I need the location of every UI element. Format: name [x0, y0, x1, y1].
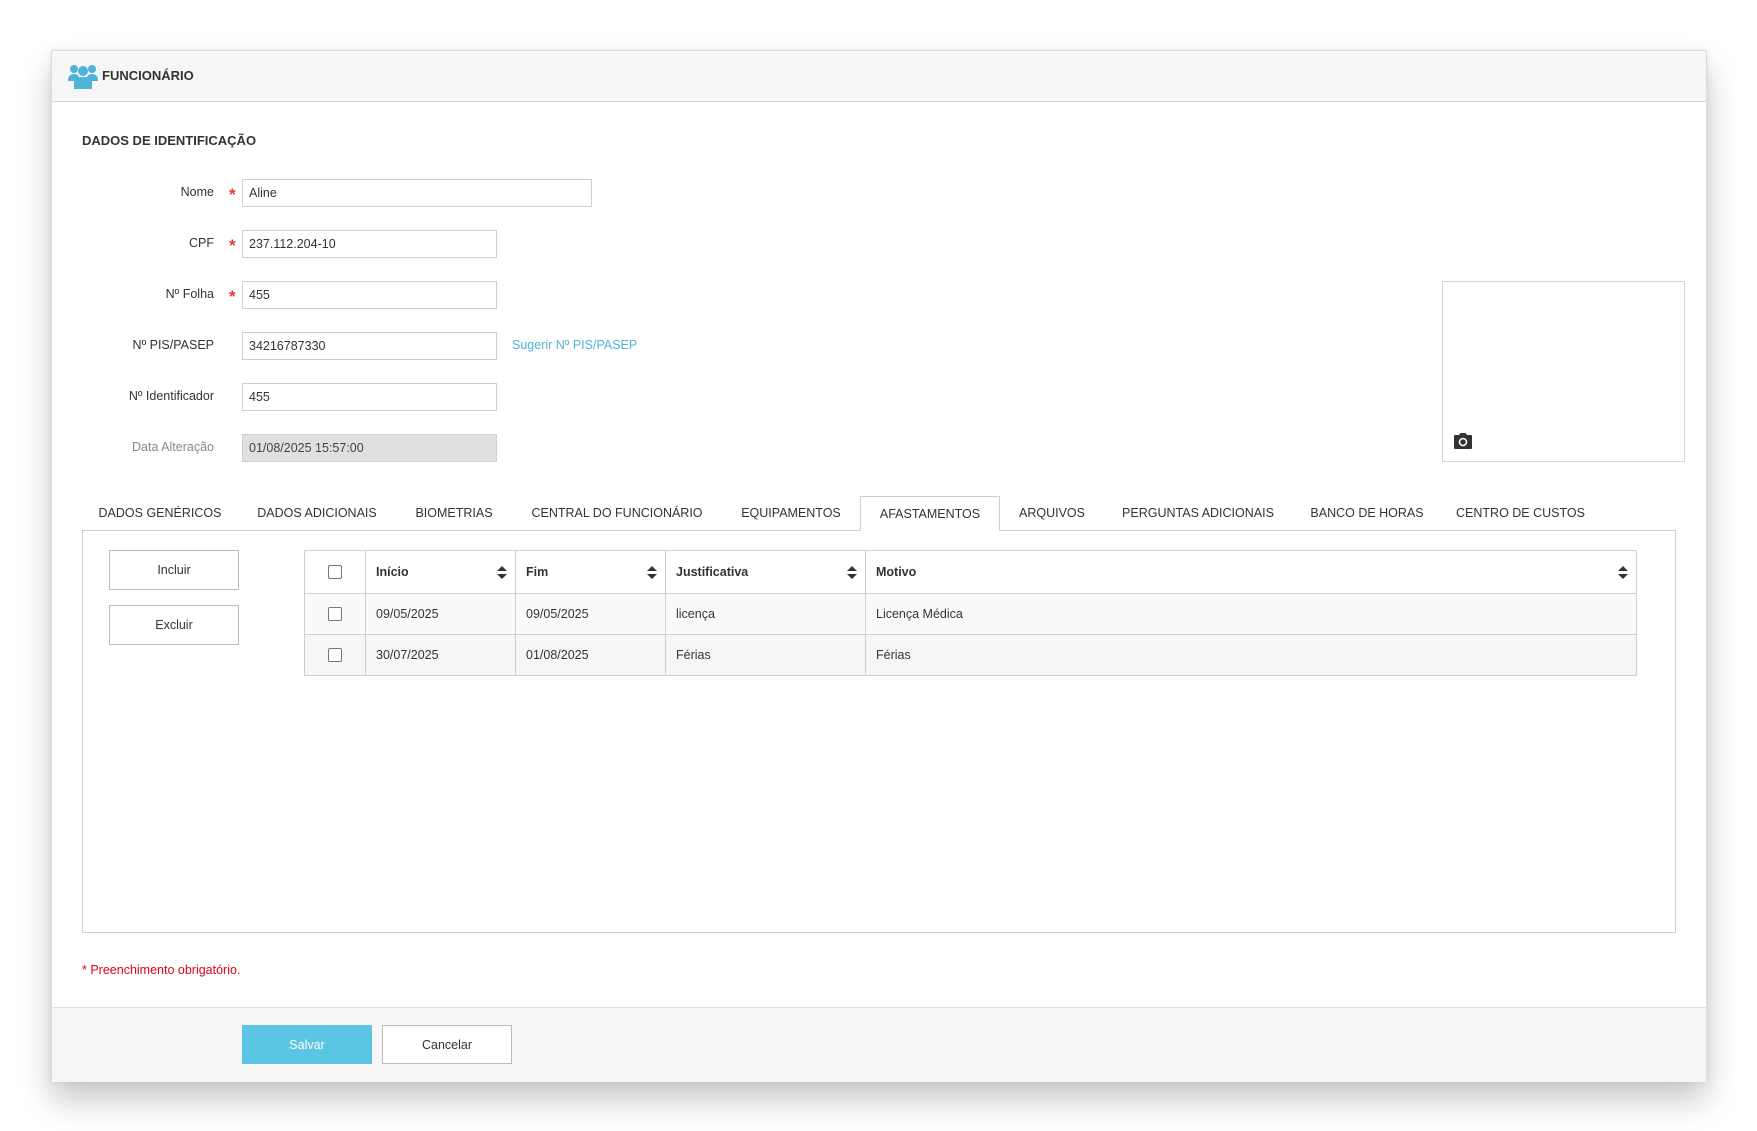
- folha-input[interactable]: [242, 281, 497, 309]
- cell-fim: 01/08/2025: [515, 634, 666, 676]
- nome-label: Nome: [180, 185, 214, 199]
- row-checkbox[interactable]: [328, 648, 342, 663]
- window-header: FUNCIONÁRIO: [52, 51, 1706, 102]
- sort-icon[interactable]: [847, 566, 857, 579]
- save-button[interactable]: Salvar: [242, 1025, 372, 1064]
- identificador-label: Nº Identificador: [128, 389, 214, 403]
- column-header-justificativa[interactable]: Justificativa: [665, 550, 866, 594]
- table-row[interactable]: 09/05/2025 09/05/2025 licença Licença Mé…: [304, 593, 1637, 635]
- tab-arquivos[interactable]: ARQUIVOS: [1000, 496, 1104, 531]
- pis-input[interactable]: [242, 332, 497, 360]
- column-label-justificativa: Justificativa: [676, 565, 749, 579]
- cell-fim: 09/05/2025: [515, 593, 666, 635]
- row-select-cell: [304, 634, 366, 676]
- select-all-checkbox[interactable]: [328, 565, 342, 580]
- table-header-row: Início Fim Justificativa Motivo: [304, 550, 1637, 594]
- afastamentos-table: Início Fim Justificativa Motivo 09/05/20…: [304, 550, 1637, 676]
- tab-biometrias[interactable]: BIOMETRIAS: [396, 496, 512, 531]
- column-label-motivo: Motivo: [876, 565, 917, 579]
- required-fields-note: * Preenchimento obrigatório.: [82, 963, 241, 977]
- sort-icon[interactable]: [497, 566, 507, 579]
- cpf-label: CPF: [189, 236, 214, 250]
- nome-required-mark: *: [229, 185, 236, 204]
- section-title: DADOS DE IDENTIFICAÇÃO: [82, 133, 257, 148]
- select-all-cell: [304, 550, 366, 594]
- column-label-inicio: Início: [376, 565, 409, 579]
- data-alteracao-label: Data Alteração: [132, 440, 214, 454]
- cell-motivo: Licença Médica: [865, 593, 1637, 635]
- cancel-button[interactable]: Cancelar: [382, 1025, 512, 1064]
- form-footer: Salvar Cancelar: [52, 1007, 1706, 1082]
- column-header-fim[interactable]: Fim: [515, 550, 666, 594]
- cell-inicio: 09/05/2025: [365, 593, 516, 635]
- folha-label: Nº Folha: [165, 287, 214, 301]
- tab-equipamentos[interactable]: EQUIPAMENTOS: [722, 496, 860, 531]
- tab-dados-adicionais[interactable]: DADOS ADICIONAIS: [238, 496, 396, 531]
- column-header-motivo[interactable]: Motivo: [865, 550, 1637, 594]
- cpf-input[interactable]: [242, 230, 497, 258]
- cell-motivo: Férias: [865, 634, 1637, 676]
- photo-box[interactable]: [1442, 281, 1685, 462]
- camera-icon[interactable]: [1453, 432, 1473, 450]
- delete-button[interactable]: Excluir: [109, 605, 239, 645]
- tab-dados-genericos[interactable]: DADOS GENÉRICOS: [82, 496, 238, 531]
- cpf-required-mark: *: [229, 236, 236, 255]
- tab-perguntas-adicionais[interactable]: PERGUNTAS ADICIONAIS: [1104, 496, 1292, 531]
- folha-required-mark: *: [229, 287, 236, 306]
- pis-label: Nº PIS/PASEP: [132, 338, 214, 352]
- afastamentos-panel: Incluir Excluir Início Fim Justificativa…: [82, 530, 1676, 933]
- cell-inicio: 30/07/2025: [365, 634, 516, 676]
- tab-banco-de-horas[interactable]: BANCO DE HORAS: [1292, 496, 1442, 531]
- tab-central-do-funcionario[interactable]: CENTRAL DO FUNCIONÁRIO: [512, 496, 722, 531]
- sort-icon[interactable]: [1618, 566, 1628, 579]
- cell-justificativa: licença: [665, 593, 866, 635]
- row-checkbox[interactable]: [328, 607, 342, 622]
- cell-justificativa: Férias: [665, 634, 866, 676]
- nome-input[interactable]: [242, 179, 592, 207]
- column-header-inicio[interactable]: Início: [365, 550, 516, 594]
- include-button[interactable]: Incluir: [109, 550, 239, 590]
- column-label-fim: Fim: [526, 565, 549, 579]
- window-title: FUNCIONÁRIO: [102, 68, 194, 83]
- row-select-cell: [304, 593, 366, 635]
- sort-icon[interactable]: [647, 566, 657, 579]
- data-alteracao-input: [242, 434, 497, 462]
- suggest-pis-link[interactable]: Sugerir Nº PIS/PASEP: [512, 338, 637, 352]
- table-row[interactable]: 30/07/2025 01/08/2025 Férias Férias: [304, 634, 1637, 676]
- employee-window: FUNCIONÁRIO DADOS DE IDENTIFICAÇÃO Nome …: [51, 50, 1707, 1082]
- tab-afastamentos[interactable]: AFASTAMENTOS: [860, 496, 1000, 531]
- users-icon: [68, 65, 98, 89]
- identificador-input[interactable]: [242, 383, 497, 411]
- tab-centro-de-custos[interactable]: CENTRO DE CUSTOS: [1442, 496, 1599, 531]
